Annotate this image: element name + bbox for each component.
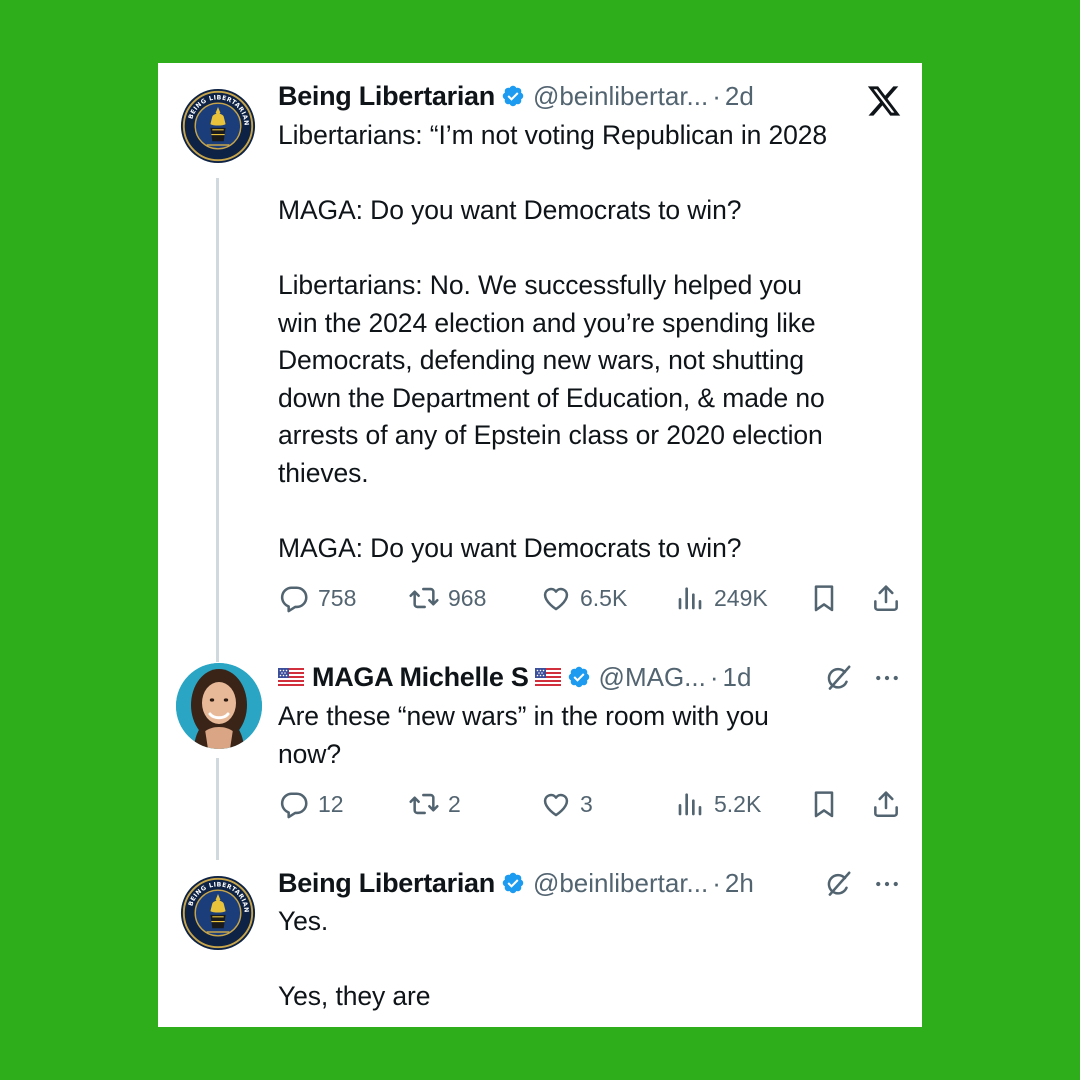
views-button[interactable]: 249K	[674, 581, 768, 615]
reply-icon	[278, 788, 310, 820]
reply-count: 758	[318, 584, 357, 611]
repost-icon	[408, 582, 440, 614]
avatar[interactable]: BEING LIBERTARIAN · BECAUSE FREEDOM MATT…	[180, 875, 256, 951]
bookmark-button[interactable]	[808, 581, 840, 615]
like-button[interactable]: 6.5K	[540, 581, 627, 615]
separator-dot: ·	[709, 661, 719, 692]
x-logo-icon[interactable]	[866, 83, 902, 119]
share-icon	[870, 582, 902, 614]
timestamp[interactable]: 2d	[725, 81, 754, 112]
bookmark-button[interactable]	[808, 787, 840, 821]
profile-photo	[176, 663, 262, 749]
like-count: 3	[580, 790, 593, 817]
heart-icon	[540, 788, 572, 820]
grok-icon[interactable]	[823, 869, 853, 899]
avatar[interactable]: BEING LIBERTARIAN · BECAUSE FREEDOM MATT…	[180, 88, 256, 164]
action-bar: 758 968 6.5K 249K	[278, 581, 904, 615]
us-flag-icon	[535, 668, 561, 686]
verified-badge-icon	[567, 665, 591, 689]
display-name[interactable]: Being Libertarian	[278, 81, 495, 112]
repost-count: 968	[448, 584, 487, 611]
display-name[interactable]: MAGA Michelle S	[312, 662, 529, 693]
avatar[interactable]	[176, 663, 262, 749]
reply-count: 12	[318, 790, 344, 817]
share-button[interactable]	[870, 581, 902, 615]
user-handle[interactable]: @MAG...	[599, 662, 706, 693]
views-chart-icon	[674, 788, 706, 820]
verified-badge-icon	[501, 84, 525, 108]
reply-icon	[278, 582, 310, 614]
tweet-header: MAGA Michelle S @MAG... · 1d	[278, 659, 751, 695]
heart-icon	[540, 582, 572, 614]
timestamp[interactable]: 2h	[725, 868, 754, 899]
tweet-text: Libertarians: “I’m not voting Republican…	[278, 120, 828, 563]
views-count: 5.2K	[714, 790, 762, 817]
bookmark-icon	[808, 788, 840, 820]
reply-button[interactable]: 758	[278, 581, 356, 615]
views-button[interactable]: 5.2K	[674, 787, 761, 821]
like-count: 6.5K	[580, 584, 628, 611]
share-icon	[870, 788, 902, 820]
thread-connector	[216, 758, 219, 860]
timestamp[interactable]: 1d	[723, 662, 752, 693]
user-handle[interactable]: @beinlibertar...	[533, 81, 708, 112]
views-chart-icon	[674, 582, 706, 614]
share-button[interactable]	[870, 787, 902, 821]
tweet-text: Are these “new wars” in the room with yo…	[278, 701, 769, 769]
more-options-icon[interactable]	[872, 869, 902, 899]
separator-dot: ·	[712, 80, 721, 111]
verified-badge-icon	[501, 871, 525, 895]
repost-button[interactable]: 968	[408, 581, 486, 615]
grok-icon[interactable]	[823, 663, 853, 693]
tweet-thread-card: BEING LIBERTARIAN · BECAUSE FREEDOM MATT…	[158, 63, 922, 1027]
reply-button[interactable]: 12	[278, 787, 344, 821]
repost-button[interactable]: 2	[408, 787, 461, 821]
separator-dot: ·	[712, 867, 721, 898]
action-bar: 12 2 3 5.2K	[278, 787, 904, 821]
like-button[interactable]: 3	[540, 787, 593, 821]
thread-connector	[216, 178, 219, 662]
display-name[interactable]: Being Libertarian	[278, 868, 495, 899]
repost-count: 2	[448, 790, 461, 817]
us-flag-icon	[278, 668, 304, 686]
repost-icon	[408, 788, 440, 820]
tweet-header: Being Libertarian @beinlibertar... · 2h	[278, 865, 754, 901]
bookmark-icon	[808, 582, 840, 614]
tweet-header: Being Libertarian @beinlibertar... · 2d	[278, 78, 754, 114]
views-count: 249K	[714, 584, 768, 611]
user-handle[interactable]: @beinlibertar...	[533, 868, 708, 899]
liberty-seal-avatar: BEING LIBERTARIAN · BECAUSE FREEDOM MATT…	[180, 88, 256, 164]
liberty-seal-avatar: BEING LIBERTARIAN · BECAUSE FREEDOM MATT…	[180, 875, 256, 951]
more-options-icon[interactable]	[872, 663, 902, 693]
tweet-text: Yes. Yes, they are	[278, 906, 431, 1011]
